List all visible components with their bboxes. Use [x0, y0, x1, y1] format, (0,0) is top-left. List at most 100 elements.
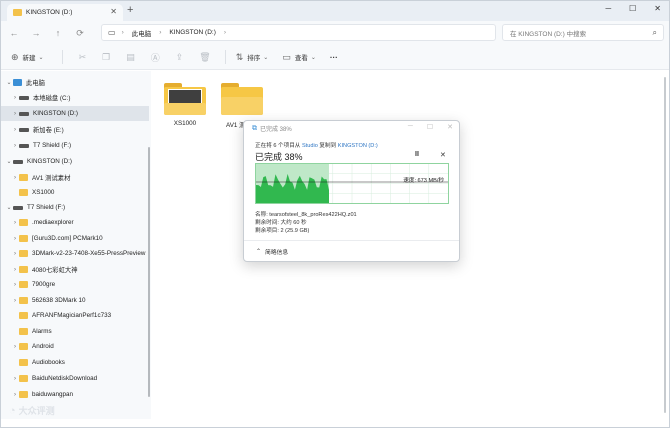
sidebar-item[interactable]: › 4080七彩虹大神 — [1, 262, 149, 277]
chevron-icon[interactable]: › — [11, 344, 19, 350]
dialog-window-controls: ─ ☐ ✕ — [408, 123, 453, 131]
minimize-button[interactable]: ─ — [408, 123, 413, 131]
chevron-icon[interactable]: ⌄ — [5, 158, 13, 165]
folder-icon — [19, 174, 28, 181]
minimize-button[interactable]: ─ — [605, 4, 611, 13]
sidebar-item[interactable]: › [Guru3D.com] PCMark10 — [1, 231, 149, 246]
source-link[interactable]: Studio — [302, 143, 318, 149]
chevron-icon[interactable]: › — [11, 127, 19, 133]
breadcrumb-separator: › — [159, 29, 162, 36]
sidebar-item[interactable]: › T7 Shield (F:) — [1, 138, 149, 153]
address-bar[interactable]: ▭ › 此电脑 › KINGSTON (D:) › — [101, 24, 496, 41]
chevron-icon[interactable]: ⌄ — [5, 204, 13, 211]
close-window-button[interactable]: ✕ — [654, 4, 661, 13]
sidebar-item[interactable]: ⌄ KINGSTON (D:) — [1, 154, 149, 169]
sidebar-item-label: T7 Shield (F:) — [27, 204, 66, 211]
sidebar-item-label: 4080七彩虹大神 — [32, 267, 78, 274]
chevron-icon[interactable]: › — [11, 251, 19, 257]
copy-icon[interactable]: ❐ — [102, 52, 110, 63]
sidebar-item[interactable]: › 3DMark-v2-23-7408-Xe55-PressPreview — [1, 246, 149, 261]
folder-icon — [221, 83, 263, 115]
drive-icon — [13, 205, 23, 210]
destination-link[interactable]: KINGSTON (D:) — [338, 143, 378, 149]
chevron-icon[interactable]: › — [11, 175, 19, 181]
sidebar-item-label: KINGSTON (D:) — [27, 158, 73, 165]
sidebar-item[interactable]: › baiduwangpan — [1, 387, 149, 402]
items-remaining: 剩余项目: 2 (25.9 GB) — [255, 228, 310, 234]
sidebar-item-label: Android — [32, 343, 54, 350]
sidebar-item[interactable]: AFRANFMagicianPerf1c733 — [1, 308, 149, 323]
chevron-icon[interactable]: › — [11, 282, 19, 288]
speed-readout: 速度: 673 MB/秒 — [403, 178, 444, 184]
chevron-icon[interactable]: › — [11, 143, 19, 149]
view-icon: ▭ — [282, 51, 291, 62]
sidebar-item[interactable]: › 本地磁盘 (C:) — [1, 90, 149, 105]
breadcrumb-this-pc[interactable]: 此电脑 — [132, 28, 152, 38]
sort-button[interactable]: ⇅ 排序 ⌄ — [236, 52, 273, 63]
fewer-details-button[interactable]: ⌃ 简略信息 — [256, 247, 288, 256]
sidebar-item[interactable]: › 562638 3DMark 10 — [1, 293, 149, 308]
copy-icon: ⧉ — [252, 124, 257, 132]
time-remaining: 剩余时间: 大约 60 秒 — [255, 220, 307, 226]
chevron-icon[interactable]: › — [11, 95, 19, 101]
maximize-button[interactable]: ☐ — [629, 4, 636, 13]
sidebar-item[interactable]: › .mediaexplorer — [1, 215, 149, 230]
new-button[interactable]: ⊕ 新建 ⌄ — [11, 52, 48, 63]
sidebar-item[interactable]: ⌄ T7 Shield (F:) — [1, 200, 149, 215]
more-button[interactable]: ··· — [330, 53, 338, 62]
cancel-button[interactable]: ✕ — [440, 151, 446, 159]
pause-button[interactable]: II — [415, 151, 419, 158]
sidebar-item-label: BaiduNetdiskDownload — [32, 375, 98, 382]
cut-icon[interactable]: ✂ — [79, 52, 87, 63]
close-dialog-button[interactable]: ✕ — [447, 123, 453, 131]
delete-icon[interactable]: 🗑 — [199, 52, 210, 63]
sidebar-item[interactable]: ⌄ 此电脑 — [1, 75, 149, 90]
folder-icon — [13, 9, 22, 16]
tab-title: KINGSTON (D:) — [26, 9, 73, 16]
chevron-icon[interactable]: ⌄ — [5, 79, 13, 86]
sidebar-item-label: AV1 测试素材 — [32, 175, 71, 182]
sidebar-item-label: 7900gre — [32, 281, 56, 288]
command-bar: ⊕ 新建 ⌄ ✂ ❐ ▤ Ⓐ ⇪ 🗑 ⇅ 排序 ⌄ ▭ 查看 ⌄ ··· — [1, 45, 669, 70]
chevron-icon[interactable]: › — [11, 267, 19, 273]
search-input[interactable]: 在 KINGSTON (D:) 中搜索 ⌕ — [502, 24, 664, 41]
content-scrollbar[interactable] — [664, 77, 666, 413]
navigation-pane: ⌄ 此电脑 › 本地磁盘 (C:) › KINGSTON (D:) › 新加卷 (E:) › T7… — [1, 71, 151, 419]
sidebar-item[interactable]: › 7900gre — [1, 277, 149, 292]
tab-kingston[interactable]: KINGSTON (D:) ✕ — [7, 4, 123, 21]
sidebar-item-label: baiduwangpan — [32, 391, 73, 398]
chevron-icon[interactable]: › — [11, 111, 19, 117]
sidebar-item[interactable]: › Android — [1, 339, 149, 354]
sidebar-item[interactable]: › BaiduNetdiskDownload — [1, 371, 149, 386]
sidebar-item[interactable]: Audiobooks — [1, 355, 149, 370]
refresh-button[interactable]: ⟳ — [71, 28, 89, 39]
folder-item-xs1000[interactable]: XS1000 — [155, 75, 215, 140]
chevron-icon[interactable]: › — [11, 392, 19, 398]
forward-button[interactable]: → — [27, 28, 45, 38]
sidebar-item[interactable]: › KINGSTON (D:) — [1, 106, 149, 121]
up-button[interactable]: ↑ — [49, 28, 67, 38]
rename-icon[interactable]: Ⓐ — [151, 51, 160, 64]
view-button[interactable]: ▭ 查看 ⌄ — [282, 52, 320, 63]
plus-circle-icon: ⊕ — [11, 51, 19, 62]
pc-icon — [13, 79, 22, 86]
close-tab-icon[interactable]: ✕ — [110, 7, 117, 16]
chevron-icon[interactable]: › — [11, 236, 19, 242]
share-icon[interactable]: ⇪ — [176, 52, 184, 63]
sidebar-item[interactable]: › AV1 测试素材 — [1, 170, 149, 185]
search-icon: ⌕ — [652, 28, 657, 37]
sidebar-item[interactable]: Alarms — [1, 324, 149, 339]
folder-icon — [19, 297, 28, 304]
chevron-icon[interactable]: › — [11, 376, 19, 382]
back-button[interactable]: ← — [5, 28, 23, 38]
sidebar-item[interactable]: › 新加卷 (E:) — [1, 122, 149, 137]
paste-icon[interactable]: ▤ — [126, 52, 135, 63]
new-tab-button[interactable]: + — [127, 5, 133, 16]
chevron-icon[interactable]: › — [11, 298, 19, 304]
chevron-icon[interactable]: › — [11, 220, 19, 226]
folder-icon — [19, 235, 28, 242]
folder-icon — [19, 391, 28, 398]
maximize-button[interactable]: ☐ — [427, 123, 433, 131]
breadcrumb-kingston[interactable]: KINGSTON (D:) — [169, 29, 215, 36]
sidebar-item[interactable]: XS1000 — [1, 185, 149, 200]
